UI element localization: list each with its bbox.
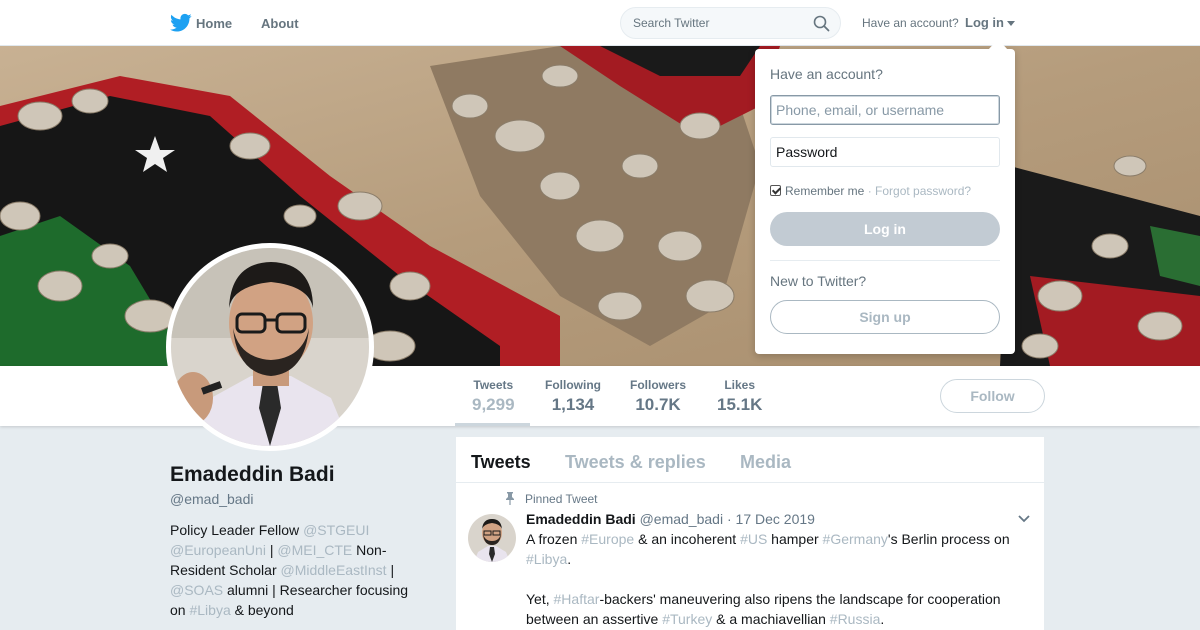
pin-icon (506, 492, 514, 505)
hashtag-link[interactable]: #Europe (581, 531, 634, 547)
profile-name[interactable]: Emadeddin Badi (170, 463, 335, 487)
mention-link[interactable]: #Libya (189, 602, 230, 618)
pinned-tweet-label: Pinned Tweet (525, 492, 598, 506)
text-segment: & a machiavellian (712, 611, 830, 627)
hashtag-link[interactable]: #Russia (830, 611, 881, 627)
stat-label: Likes (724, 378, 756, 392)
text-segment: | (386, 562, 395, 578)
forgot-separator: · (864, 184, 876, 198)
nav-about-link[interactable]: About (261, 16, 299, 31)
tweet-author-handle[interactable]: @emad_badi (640, 511, 724, 527)
timeline-card: Tweets Tweets & replies Media Pinned Twe… (456, 437, 1044, 630)
mention-link[interactable]: @SOAS (170, 582, 223, 598)
text-segment: 's Berlin process on (887, 531, 1010, 547)
stat-followers[interactable]: Followers 10.7K (630, 378, 686, 415)
remember-me-label[interactable]: Remember me (785, 184, 864, 198)
dropdown-title: Have an account? (770, 66, 883, 82)
tab-media[interactable]: Media (740, 452, 791, 473)
stat-value: 10.7K (635, 395, 681, 414)
search-input[interactable]: Search Twitter (633, 16, 709, 30)
have-account-text: Have an account? (862, 16, 959, 30)
twitter-bird-icon[interactable] (170, 13, 192, 33)
stat-tweets[interactable]: Tweets 9,299 (472, 378, 515, 415)
search-icon[interactable] (813, 15, 830, 32)
text-segment: & beyond (230, 602, 294, 618)
tweet-date[interactable]: 17 Dec 2019 (736, 511, 815, 527)
tweet-text: A frozen #Europe & an incoherent #US ham… (526, 529, 1031, 629)
profile-handle[interactable]: @emad_badi (170, 491, 254, 507)
tweet-author-name[interactable]: Emadeddin Badi (526, 511, 636, 527)
stat-label: Tweets (473, 378, 514, 392)
forgot-password-link[interactable]: Forgot password? (875, 184, 971, 198)
tweet-header: Emadeddin Badi @emad_badi · 17 Dec 2019 (526, 511, 815, 527)
signup-button[interactable]: Sign up (770, 300, 1000, 334)
tweet-paragraph: A frozen #Europe & an incoherent #US ham… (526, 529, 1031, 569)
text-segment: | (265, 542, 278, 558)
hashtag-link[interactable]: #Libya (526, 551, 567, 567)
stat-value: 9,299 (472, 395, 515, 414)
text-segment: & an incoherent (634, 531, 741, 547)
mention-link[interactable]: @MEI_CTE (277, 542, 352, 558)
search-box[interactable]: Search Twitter (620, 7, 841, 39)
login-dropdown: Have an account? Remember me · Forgot pa… (755, 49, 1015, 354)
profile-avatar[interactable] (166, 243, 374, 451)
text-segment: . (567, 551, 572, 567)
active-stat-underline (455, 423, 530, 426)
text-segment: . (880, 611, 885, 627)
stat-label: Following (545, 378, 601, 392)
hashtag-link[interactable]: #Haftar (554, 591, 600, 607)
caret-down-icon[interactable] (1007, 21, 1015, 26)
mention-link[interactable]: @STGEUI (303, 522, 369, 538)
follow-button[interactable]: Follow (940, 379, 1045, 413)
stat-following[interactable]: Following 1,134 (545, 378, 601, 415)
remember-row: Remember me · Forgot password? (770, 184, 971, 198)
hashtag-link[interactable]: #US (740, 531, 767, 547)
timeline-tabs: Tweets Tweets & replies Media (456, 437, 1044, 483)
tweet-separator: · (723, 511, 736, 527)
stat-value: 15.1K (717, 395, 763, 414)
remember-me-checkbox[interactable] (770, 185, 781, 196)
stat-likes[interactable]: Likes 15.1K (717, 378, 762, 415)
hashtag-link[interactable]: #Turkey (662, 611, 712, 627)
text-segment: Policy Leader Fellow (170, 522, 304, 538)
stat-value: 1,134 (551, 395, 595, 414)
password-field[interactable] (770, 137, 1000, 167)
dropdown-caret (988, 39, 1008, 50)
tweet-paragraph: Yet, #Haftar-backers' maneuvering also r… (526, 589, 1031, 629)
divider (770, 260, 1000, 261)
login-menu-link[interactable]: Log in (965, 15, 1004, 30)
tweet-author-avatar[interactable] (468, 514, 516, 562)
tab-tweets-and-replies[interactable]: Tweets & replies (565, 452, 706, 473)
chevron-down-icon[interactable] (1018, 515, 1030, 523)
profile-bio: Policy Leader Fellow @STGEUI @EuropeanUn… (170, 520, 420, 620)
avatar-photo (171, 248, 369, 446)
text-segment: Yet, (526, 591, 554, 607)
mention-link[interactable]: @MiddleEastInst (281, 562, 387, 578)
tab-tweets[interactable]: Tweets (471, 452, 531, 473)
mention-link[interactable]: @EuropeanUni (170, 542, 266, 558)
stat-label: Followers (630, 378, 687, 392)
hashtag-link[interactable]: #Germany (823, 531, 888, 547)
top-navigation-bar: Home About Search Twitter Have an accoun… (0, 0, 1200, 46)
text-segment: A frozen (526, 531, 582, 547)
new-to-twitter-text: New to Twitter? (770, 273, 867, 289)
username-field[interactable] (770, 95, 1000, 125)
login-button[interactable]: Log in (770, 212, 1000, 246)
nav-home-link[interactable]: Home (196, 16, 232, 31)
text-segment: hamper (767, 531, 823, 547)
